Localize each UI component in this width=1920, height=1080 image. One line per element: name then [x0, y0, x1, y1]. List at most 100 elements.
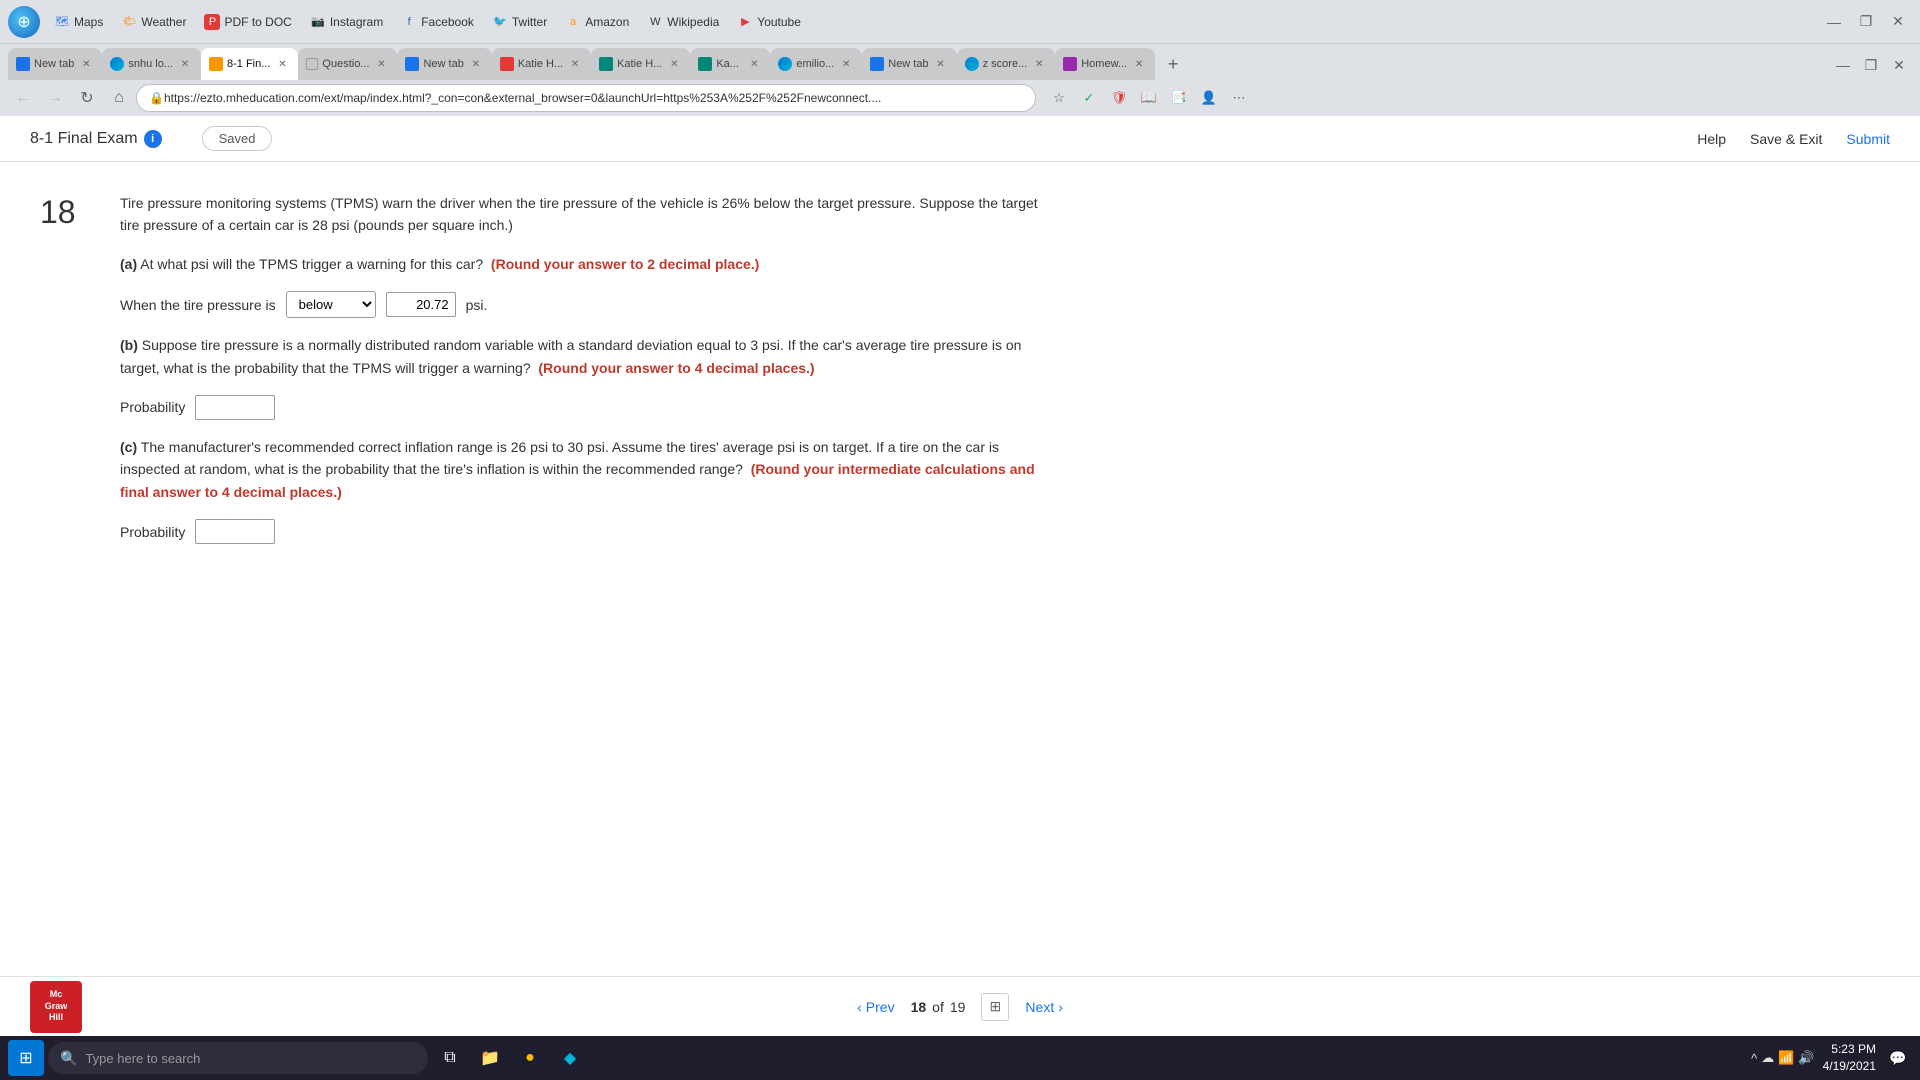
new-tab-button[interactable]: +	[1159, 50, 1187, 78]
tab-5[interactable]: New tab ✕	[397, 48, 491, 80]
task-view-button[interactable]: ⧉	[432, 1040, 468, 1076]
tab-2[interactable]: snhu lo... ✕	[102, 48, 201, 80]
tab-10[interactable]: New tab ✕	[862, 48, 956, 80]
tab-12[interactable]: Homew... ✕	[1055, 48, 1155, 80]
taskbar-clock[interactable]: 5:23 PM 4/19/2021	[1823, 1041, 1876, 1075]
taskbar-search-icon: 🔍	[60, 1050, 77, 1067]
favorites-icon[interactable]: ☆	[1046, 85, 1072, 111]
tab-close-12[interactable]: ✕	[1131, 56, 1147, 72]
tab-favicon-4	[306, 58, 318, 70]
bookmarks-list: 🗺 Maps 🌤 Weather P PDF to DOC 📷 Instagra…	[46, 10, 1814, 34]
tab-close-6[interactable]: ✕	[567, 56, 583, 72]
tab-8[interactable]: Ka... ✕	[690, 48, 770, 80]
tab-close-9[interactable]: ✕	[838, 56, 854, 72]
browser-logo[interactable]: ⊕	[8, 6, 40, 38]
tab-close-all-button[interactable]: ✕	[1886, 52, 1912, 78]
edge-taskbar-icon[interactable]: ◆	[552, 1040, 588, 1076]
prev-button[interactable]: ‹ Prev	[857, 999, 894, 1015]
tab-close-1[interactable]: ✕	[78, 56, 94, 72]
info-icon[interactable]: i	[144, 130, 162, 148]
part-c-label: (c)	[120, 439, 137, 455]
address-bar[interactable]: 🔒 https://ezto.mheducation.com/ext/map/i…	[136, 84, 1036, 112]
cloud-icon[interactable]: ☁	[1761, 1050, 1774, 1066]
reading-mode-icon[interactable]: 📖	[1136, 85, 1162, 111]
part-c-prob-label: Probability	[120, 524, 185, 540]
part-b-question: (b) Suppose tire pressure is a normally …	[120, 334, 1060, 379]
bookmark-twitter[interactable]: 🐦 Twitter	[484, 10, 555, 34]
volume-icon[interactable]: 🔊	[1798, 1050, 1814, 1066]
network-icon[interactable]: 📶	[1778, 1050, 1794, 1066]
file-explorer-button[interactable]: 📁	[472, 1040, 508, 1076]
tab-1[interactable]: New tab ✕	[8, 48, 102, 80]
tab-minimize-button[interactable]: —	[1830, 52, 1856, 78]
extensions-icon[interactable]: ✓	[1076, 85, 1102, 111]
submit-button[interactable]: Submit	[1846, 131, 1890, 147]
start-button[interactable]: ⊞	[8, 1040, 44, 1076]
part-a-text: At what psi will the TPMS trigger a warn…	[140, 256, 483, 272]
header-actions: Help Save & Exit Submit	[1697, 131, 1890, 147]
prev-arrow-icon: ‹	[857, 999, 862, 1015]
bookmark-weather[interactable]: 🌤 Weather	[113, 10, 194, 34]
ssl-lock-icon: 🔒	[149, 91, 164, 105]
clock-date: 4/19/2021	[1823, 1058, 1876, 1075]
bookmark-instagram[interactable]: 📷 Instagram	[302, 10, 391, 34]
current-page: 18	[911, 999, 927, 1015]
part-a-question: (a) At what psi will the TPMS trigger a …	[120, 253, 1060, 275]
part-a-dropdown[interactable]: below above	[286, 291, 376, 318]
part-b-probability-input[interactable]	[195, 395, 275, 420]
minimize-button[interactable]: —	[1820, 8, 1848, 36]
chevron-up-icon[interactable]: ^	[1751, 1051, 1757, 1066]
browser-bookmarks-bar: ⊕ 🗺 Maps 🌤 Weather P PDF to DOC 📷 Instag…	[0, 0, 1920, 44]
restore-button[interactable]: ❐	[1852, 8, 1880, 36]
part-a-psi-input[interactable]	[386, 292, 456, 317]
question-body: Tire pressure monitoring systems (TPMS) …	[120, 192, 1060, 544]
home-button[interactable]: ⌂	[104, 83, 134, 113]
tab-close-8[interactable]: ✕	[746, 56, 762, 72]
bookmark-maps[interactable]: 🗺 Maps	[46, 10, 111, 34]
tab-close-3[interactable]: ✕	[274, 56, 290, 72]
tab-11[interactable]: z score... ✕	[957, 48, 1056, 80]
pdf-icon: P	[204, 14, 220, 30]
forward-button[interactable]: →	[40, 83, 70, 113]
tab-close-7[interactable]: ✕	[666, 56, 682, 72]
tabs-bar: New tab ✕ snhu lo... ✕ 8-1 Fin... ✕ Ques…	[0, 44, 1920, 80]
profile-icon[interactable]: 👤	[1196, 85, 1222, 111]
of-label: of	[932, 999, 944, 1015]
tab-close-10[interactable]: ✕	[933, 56, 949, 72]
question-18: 18 Tire pressure monitoring systems (TPM…	[0, 162, 1100, 586]
next-button[interactable]: Next ›	[1025, 999, 1062, 1015]
bookmark-amazon[interactable]: a Amazon	[557, 10, 637, 34]
part-c-probability-input[interactable]	[195, 519, 275, 544]
tab-7[interactable]: Katie H... ✕	[591, 48, 690, 80]
bookmark-youtube[interactable]: ▶ Youtube	[729, 10, 809, 34]
tab-close-5[interactable]: ✕	[468, 56, 484, 72]
tab-9[interactable]: emilio... ✕	[770, 48, 862, 80]
back-button[interactable]: ←	[8, 83, 38, 113]
reload-button[interactable]: ↻	[72, 83, 102, 113]
mcgraw-hill-logo: Mc Graw Hill	[30, 981, 82, 1033]
collections-icon[interactable]: 📑	[1166, 85, 1192, 111]
bookmark-facebook[interactable]: f Facebook	[393, 10, 482, 34]
bookmark-pdf[interactable]: P PDF to DOC	[196, 10, 299, 34]
part-a-prefix-label: When the tire pressure is	[120, 297, 276, 313]
grid-view-button[interactable]: ⊞	[981, 993, 1009, 1021]
tab-restore-button[interactable]: ❐	[1858, 52, 1884, 78]
help-link[interactable]: Help	[1697, 131, 1726, 147]
page-indicator: 18 of 19	[911, 999, 966, 1015]
tab-3-active[interactable]: 8-1 Fin... ✕	[201, 48, 298, 80]
tab-4[interactable]: Questio... ✕	[298, 48, 397, 80]
save-exit-link[interactable]: Save & Exit	[1750, 131, 1822, 147]
notification-button[interactable]: 💬	[1884, 1044, 1912, 1072]
next-arrow-icon: ›	[1058, 999, 1063, 1015]
chrome-taskbar-icon[interactable]: ●	[512, 1040, 548, 1076]
adblock-icon[interactable]: 🛡	[1106, 85, 1132, 111]
settings-icon[interactable]: ⋯	[1226, 85, 1252, 111]
tab-close-11[interactable]: ✕	[1031, 56, 1047, 72]
bookmark-wikipedia[interactable]: W Wikipedia	[639, 10, 727, 34]
tab-close-4[interactable]: ✕	[373, 56, 389, 72]
taskbar-search[interactable]: 🔍 Type here to search	[48, 1042, 428, 1074]
tab-6[interactable]: Katie H... ✕	[492, 48, 591, 80]
tab-close-2[interactable]: ✕	[177, 56, 193, 72]
close-button[interactable]: ✕	[1884, 8, 1912, 36]
tab-favicon-11	[965, 57, 979, 71]
